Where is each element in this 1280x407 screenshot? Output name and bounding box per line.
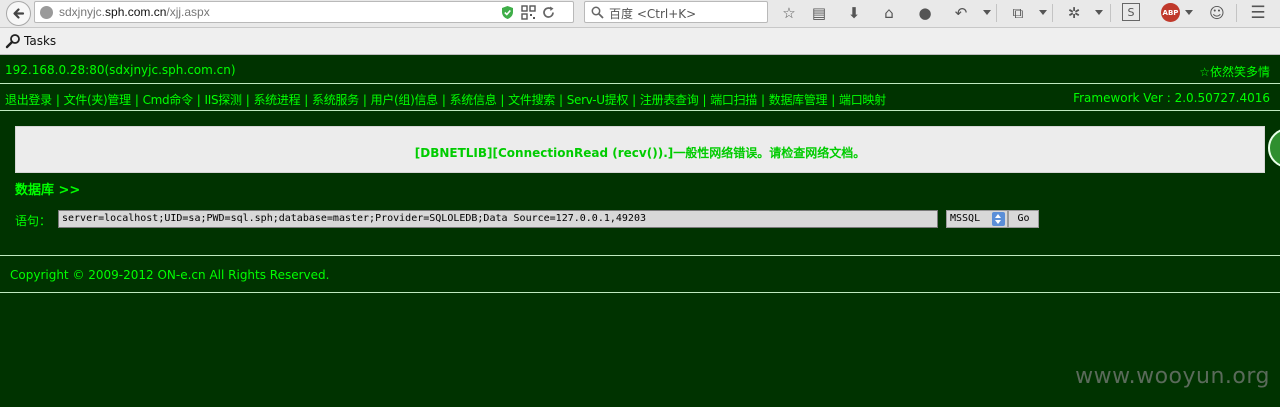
- toolbar-separator: [996, 4, 997, 22]
- smiley-icon[interactable]: ☺: [1207, 3, 1227, 23]
- nav-iis-probe[interactable]: IIS探测: [205, 93, 243, 107]
- nav-file-manager[interactable]: 文件(夹)管理: [64, 93, 132, 107]
- adblock-dropdown-icon[interactable]: [1185, 10, 1193, 15]
- menu-icon[interactable]: ☰: [1248, 3, 1268, 23]
- nav-separator: |: [761, 93, 765, 107]
- nav-processes[interactable]: 系统进程: [253, 93, 300, 107]
- firebug-icon[interactable]: ✲: [1064, 3, 1084, 23]
- nav-port-scan[interactable]: 端口扫描: [710, 93, 757, 107]
- select-arrows-icon: [992, 212, 1005, 226]
- side-circle-icon: [1268, 128, 1280, 168]
- bookmark-star-icon[interactable]: ☆: [779, 3, 799, 23]
- nav-separator: |: [632, 93, 636, 107]
- nav-port-mapping[interactable]: 端口映射: [839, 93, 886, 107]
- magnifier-icon: [5, 34, 20, 49]
- nav-separator: |: [362, 93, 367, 107]
- divider: [0, 292, 1280, 293]
- error-message-box: [DBNETLIB][ConnectionRead (recv()).]一般性网…: [15, 126, 1265, 173]
- search-bar[interactable]: 百度 <Ctrl+K>: [584, 1, 768, 23]
- url-domain: sph.com.cn: [105, 5, 167, 19]
- search-icon: [591, 6, 604, 19]
- tasks-toolbar: Tasks: [0, 28, 1280, 55]
- nav-file-search[interactable]: 文件搜索: [508, 93, 555, 107]
- shield-check-icon[interactable]: [500, 5, 515, 20]
- nav-separator: |: [55, 93, 60, 107]
- connection-string-input[interactable]: server=localhost;UID=sa;PWD=sql.sph;data…: [58, 210, 938, 228]
- download-icon[interactable]: ⬇: [844, 3, 864, 23]
- adblock-plus-icon[interactable]: ABP: [1161, 3, 1180, 22]
- watermark: www.wooyun.org: [1075, 364, 1270, 389]
- tasks-button[interactable]: Tasks: [24, 34, 56, 48]
- nav-separator: |: [558, 93, 563, 107]
- crop-dropdown-icon[interactable]: [1039, 10, 1047, 15]
- nav-separator: |: [441, 93, 446, 107]
- home-icon[interactable]: ⌂: [879, 3, 899, 23]
- firebug-dropdown-icon[interactable]: [1095, 10, 1103, 15]
- nav-separator: |: [304, 93, 309, 107]
- toolbar-separator: [1110, 4, 1111, 22]
- chat-bubble-icon[interactable]: ●: [915, 3, 935, 23]
- nav-separator: |: [831, 93, 836, 107]
- url-text[interactable]: sdxjnyjc.sph.com.cn/xjj.aspx: [59, 5, 210, 19]
- nav-separator: |: [702, 93, 707, 107]
- nav-users-groups[interactable]: 用户(组)信息: [371, 93, 439, 107]
- db-type-select[interactable]: MSSQL: [946, 210, 1008, 228]
- statement-label: 语句：: [15, 214, 52, 228]
- host-info-bar: 192.168.0.28:80(sdxjnyjc.sph.com.cn) ☆依然…: [0, 56, 1280, 84]
- db-type-value: MSSQL: [950, 213, 981, 224]
- bookmarks-list-icon[interactable]: ▤: [809, 3, 829, 23]
- back-button[interactable]: [6, 1, 31, 26]
- globe-icon: [40, 6, 53, 19]
- nav-system-info[interactable]: 系统信息: [450, 93, 497, 107]
- search-placeholder: 百度 <Ctrl+K>: [609, 7, 697, 21]
- nav-separator: |: [134, 93, 139, 107]
- crop-icon[interactable]: ⧉: [1008, 3, 1028, 23]
- s-addon-icon[interactable]: S: [1122, 3, 1140, 21]
- error-message: [DBNETLIB][ConnectionRead (recv()).]一般性网…: [414, 146, 866, 160]
- undo-icon[interactable]: ↶: [951, 3, 971, 23]
- nav-links: 退出登录 | 文件(夹)管理 | Cmd命令 | IIS探测 | 系统进程 | 系统服务 | 用户(组)…: [5, 91, 886, 108]
- user-signature: ☆依然笑多情: [1199, 65, 1270, 79]
- reload-icon[interactable]: [541, 5, 556, 20]
- go-button[interactable]: Go: [1008, 210, 1039, 228]
- nav-separator: |: [245, 93, 250, 107]
- host-address: 192.168.0.28:80(sdxjnyjc.sph.com.cn): [5, 63, 236, 77]
- main-nav: 退出登录 | 文件(夹)管理 | Cmd命令 | IIS探测 | 系统进程 | 系统服务 | 用户(组)…: [0, 85, 1280, 111]
- browser-toolbar: sdxjnyjc.sph.com.cn/xjj.aspx 百度 <Ctrl+K>…: [0, 0, 1280, 28]
- nav-logout[interactable]: 退出登录: [5, 93, 52, 107]
- nav-servu-privesc[interactable]: Serv-U提权: [567, 93, 629, 107]
- nav-database[interactable]: 数据库管理: [769, 93, 828, 107]
- url-bar[interactable]: sdxjnyjc.sph.com.cn/xjj.aspx: [34, 1, 574, 23]
- nav-separator: |: [500, 93, 505, 107]
- back-arrow-icon: [13, 8, 25, 19]
- copyright-text: Copyright © 2009-2012 ON-e.cn All Rights…: [10, 268, 330, 282]
- qr-code-icon[interactable]: [521, 5, 536, 20]
- undo-dropdown-icon[interactable]: [983, 10, 991, 15]
- divider: [0, 255, 1280, 256]
- toolbar-separator: [1236, 4, 1237, 22]
- framework-version: Framework Ver : 2.0.50727.4016: [1073, 91, 1270, 105]
- nav-cmd[interactable]: Cmd命令: [143, 93, 193, 107]
- section-title: 数据库 >>: [15, 183, 81, 198]
- nav-separator: |: [196, 93, 201, 107]
- nav-services[interactable]: 系统服务: [312, 93, 359, 107]
- toolbar-separator: [1052, 4, 1053, 22]
- nav-registry[interactable]: 注册表查询: [640, 93, 699, 107]
